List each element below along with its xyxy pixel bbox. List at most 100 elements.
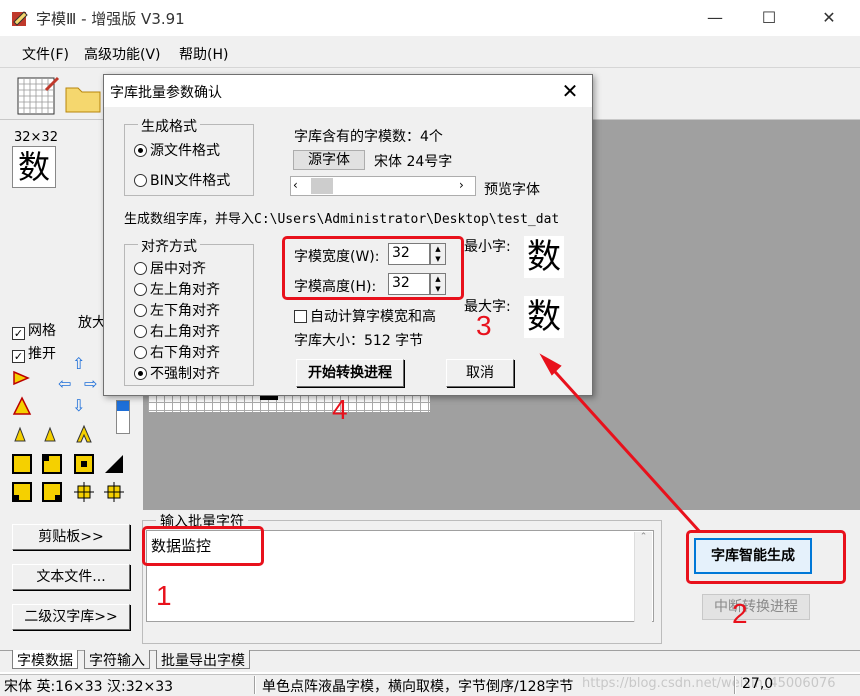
- annotation-label-3: 3: [476, 310, 492, 341]
- new-grid-icon[interactable]: [16, 76, 60, 116]
- annotation-box-1: [142, 526, 264, 566]
- auto-calc-label: 自动计算字模宽和高: [310, 309, 436, 325]
- rotate-left-icon[interactable]: [12, 424, 32, 444]
- zoom-slider[interactable]: [116, 400, 130, 434]
- preview-size-label: 32×32: [14, 130, 58, 145]
- format-bin-radio[interactable]: BIN文件格式: [134, 170, 230, 190]
- align-topright-radio[interactable]: 右上角对齐: [134, 321, 220, 341]
- output-path-text: 生成数组字库，并导入C:\Users\Administrator\Desktop…: [124, 212, 560, 227]
- align-bottomright-radio[interactable]: 右下角对齐: [134, 342, 220, 362]
- pixel-grid[interactable]: [148, 394, 430, 412]
- min-char-label: 最小字:: [464, 239, 511, 255]
- status-separator-2: [734, 676, 736, 694]
- menu-help[interactable]: 帮助(H): [179, 44, 228, 64]
- invert-icon[interactable]: [104, 454, 124, 474]
- fill-center-icon[interactable]: [74, 454, 94, 474]
- font-preview-scrollbar[interactable]: ‹ ›: [290, 176, 476, 196]
- char-count-label: 字库含有的字模数：4个: [294, 129, 443, 145]
- scroll-thumb[interactable]: [311, 178, 333, 194]
- format-source-radio[interactable]: 源文件格式: [134, 140, 220, 160]
- start-conversion-button[interactable]: 开始转换进程: [296, 359, 404, 387]
- menu-advanced[interactable]: 高级功能(V): [84, 44, 161, 64]
- radio-empty-icon: [134, 325, 147, 338]
- mirror-v-icon[interactable]: [12, 396, 32, 416]
- secondary-charset-button[interactable]: 二级汉字库>>: [12, 604, 130, 630]
- align-topleft-label: 左上角对齐: [150, 282, 220, 298]
- maximize-button[interactable]: ☐: [746, 0, 792, 36]
- batch-vscrollbar[interactable]: ⌃: [634, 532, 652, 622]
- radio-selected-icon: [134, 367, 147, 380]
- status-position: 27,0: [742, 676, 774, 692]
- clipboard-button[interactable]: 剪贴板>>: [12, 524, 130, 550]
- radio-empty-icon: [134, 262, 147, 275]
- dialog-close-button[interactable]: ✕: [554, 78, 586, 104]
- align-bl-icon[interactable]: [12, 482, 32, 502]
- zoom-label: 放大: [78, 315, 106, 331]
- lib-size-label: 字库大小：512 字节: [294, 333, 424, 349]
- preview-font-label: 预览字体: [484, 182, 540, 198]
- interrupt-button[interactable]: 中断转换进程: [702, 594, 810, 620]
- annotation-box-3: [282, 236, 464, 300]
- max-char-preview: 数: [524, 296, 564, 338]
- zoom-slider-thumb[interactable]: [117, 401, 129, 411]
- scroll-up-icon[interactable]: ⌃: [635, 532, 652, 542]
- scroll-left-icon[interactable]: ‹: [293, 178, 298, 192]
- bold-a-icon[interactable]: [74, 424, 94, 444]
- annotation-box-2: [686, 530, 846, 584]
- radio-empty-icon: [134, 304, 147, 317]
- align-none-radio[interactable]: 不强制对齐: [134, 363, 220, 383]
- radio-selected-icon: [134, 144, 147, 157]
- arrow-right-icon[interactable]: ⇨: [84, 374, 97, 393]
- align-bottomleft-radio[interactable]: 左下角对齐: [134, 300, 220, 320]
- status-mode-info: 单色点阵液晶字模，横向取模，字节倒序/128字节: [262, 679, 574, 695]
- format-source-label: 源文件格式: [150, 143, 220, 159]
- tab-batch-export[interactable]: 批量导出字模: [156, 650, 250, 669]
- move-cross-alt-icon[interactable]: [104, 482, 124, 502]
- annotation-label-2: 2: [732, 598, 748, 629]
- grid-checkbox[interactable]: ✓ 网格: [12, 320, 56, 340]
- grid-label: 网格: [28, 323, 56, 339]
- align-topright-label: 右上角对齐: [150, 324, 220, 340]
- move-cross-icon[interactable]: [74, 482, 94, 502]
- arrow-up-icon[interactable]: ⇧: [72, 354, 85, 373]
- rotate-right-icon[interactable]: [42, 424, 62, 444]
- align-topleft-radio[interactable]: 左上角对齐: [134, 279, 220, 299]
- align-legend: 对齐方式: [138, 236, 200, 256]
- auto-calc-checkbox[interactable]: 自动计算字模宽和高: [294, 306, 436, 326]
- mirror-h-icon[interactable]: [12, 368, 32, 388]
- cancel-button[interactable]: 取消: [446, 359, 514, 387]
- radio-empty-icon: [134, 174, 147, 187]
- fill-tl-icon[interactable]: [12, 454, 32, 474]
- font-description: 宋体 24号字: [374, 154, 453, 170]
- minimize-button[interactable]: —: [692, 0, 738, 36]
- align-br-icon[interactable]: [42, 482, 62, 502]
- char-preview: 数: [12, 146, 56, 188]
- open-folder-icon[interactable]: [64, 80, 104, 114]
- align-none-label: 不强制对齐: [150, 366, 220, 382]
- tab-char-input[interactable]: 字符输入: [84, 650, 150, 669]
- batch-hscrollbar[interactable]: [148, 622, 634, 638]
- annotation-label-4: 4: [332, 394, 348, 425]
- radio-empty-icon: [134, 283, 147, 296]
- watermark-text: https://blog.csdn.net/weixin_45006076: [582, 676, 836, 691]
- menu-file[interactable]: 文件(F): [22, 44, 69, 64]
- scroll-right-icon[interactable]: ›: [459, 178, 464, 192]
- status-font-info: 宋体 英:16×33 汉:32×33: [4, 679, 174, 695]
- align-bottomright-label: 右下角对齐: [150, 345, 220, 361]
- push-label: 推开: [28, 346, 56, 362]
- close-button[interactable]: ✕: [806, 0, 852, 36]
- align-center-label: 居中对齐: [150, 261, 206, 277]
- arrow-down-icon[interactable]: ⇩: [72, 396, 85, 415]
- arrow-left-icon[interactable]: ⇦: [58, 374, 71, 393]
- textfile-button[interactable]: 文本文件...: [12, 564, 130, 590]
- grid-check-icon: ✓: [12, 327, 25, 340]
- status-separator: [254, 676, 256, 694]
- tab-font-data[interactable]: 字模数据: [12, 650, 78, 669]
- annotation-label-1: 1: [156, 580, 172, 611]
- align-center-radio[interactable]: 居中对齐: [134, 258, 206, 278]
- source-font-button[interactable]: 源字体: [293, 150, 365, 170]
- fill-tr-icon[interactable]: [42, 454, 62, 474]
- align-bottomleft-label: 左下角对齐: [150, 303, 220, 319]
- window-title: 字模Ⅲ - 增强版 V3.91: [36, 10, 185, 28]
- push-checkbox[interactable]: ✓ 推开: [12, 343, 56, 363]
